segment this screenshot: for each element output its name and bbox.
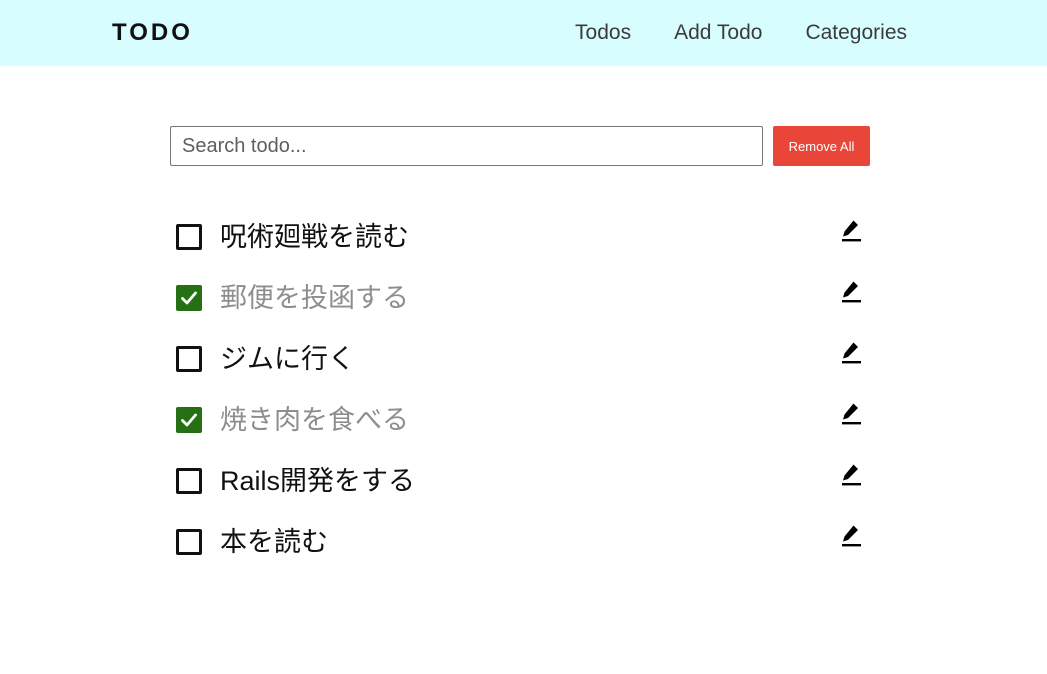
nav-link-add-todo[interactable]: Add Todo [674,19,762,47]
todo-text: 郵便を投函する [220,283,409,313]
todo-checkbox[interactable] [176,468,202,494]
navbar: TODO Todos Add Todo Categories [0,0,1047,66]
pencil-icon[interactable] [840,279,862,303]
todo-item: 呪術廻戦を読む [176,206,866,267]
todo-text: 呪術廻戦を読む [220,222,409,252]
nav-link-categories[interactable]: Categories [805,19,907,47]
todo-checkbox[interactable] [176,285,202,311]
todo-item: 焼き肉を食べる [176,389,866,450]
todo-item: ジムに行く [176,328,866,389]
todo-checkbox[interactable] [176,346,202,372]
todo-checkbox[interactable] [176,529,202,555]
pencil-icon[interactable] [840,523,862,547]
pencil-icon[interactable] [840,462,862,486]
todo-list: 呪術廻戦を読む 郵便を投函する ジムに行く 焼き肉を食べる Rails開発をする… [176,206,866,572]
todo-item: Rails開発をする [176,450,866,511]
nav-links: Todos Add Todo Categories [575,19,907,47]
search-row: Remove All [170,126,870,166]
nav-link-todos[interactable]: Todos [575,19,631,47]
todo-text: 焼き肉を食べる [220,405,409,435]
todo-text: Rails開発をする [220,466,416,496]
remove-all-button[interactable]: Remove All [773,126,870,166]
checkmark-icon [181,413,197,427]
todo-item: 本を読む [176,511,866,572]
pencil-icon[interactable] [840,218,862,242]
todo-checkbox[interactable] [176,407,202,433]
todo-checkbox[interactable] [176,224,202,250]
pencil-icon[interactable] [840,401,862,425]
todo-item: 郵便を投函する [176,267,866,328]
todo-text: 本を読む [220,527,328,557]
checkmark-icon [181,291,197,305]
pencil-icon[interactable] [840,340,862,364]
todo-text: ジムに行く [220,344,355,374]
brand-logo[interactable]: TODO [112,18,193,48]
search-input[interactable] [170,126,763,166]
